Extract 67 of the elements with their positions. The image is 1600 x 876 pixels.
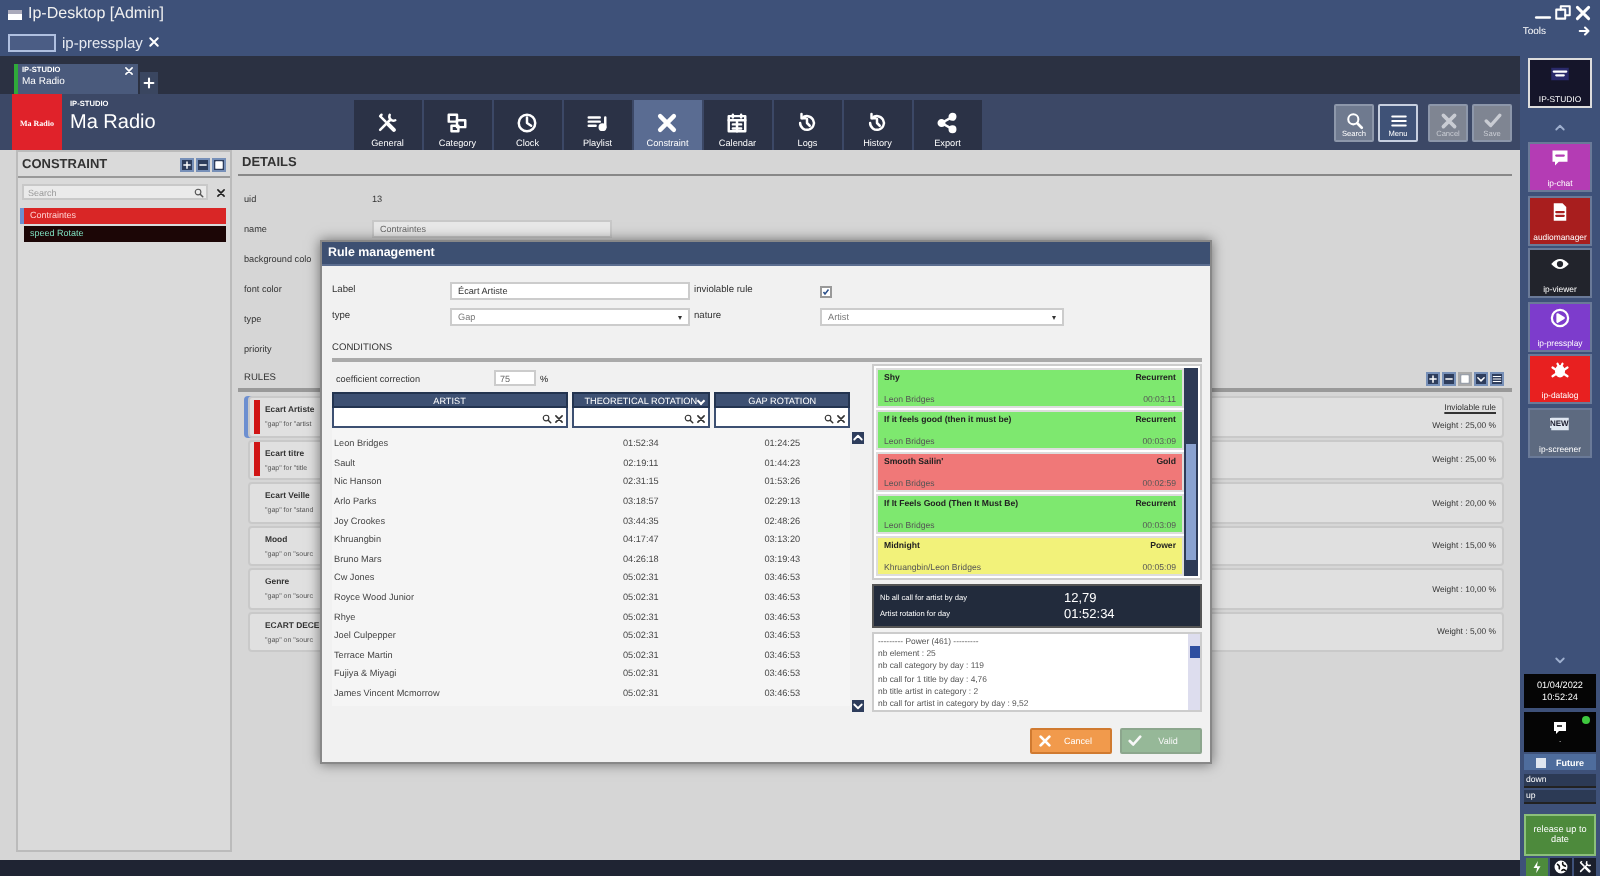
square-icon <box>1460 374 1470 384</box>
add-button[interactable] <box>180 157 194 171</box>
history-icon <box>866 112 889 134</box>
close-icon <box>1038 734 1052 748</box>
arrow-right-icon[interactable] <box>1578 24 1592 38</box>
close-icon[interactable] <box>124 66 134 76</box>
search-icon[interactable] <box>823 413 834 423</box>
scrollbar[interactable] <box>1188 634 1200 710</box>
restore-icon[interactable] <box>1554 4 1572 22</box>
filter-field[interactable] <box>332 408 568 428</box>
play-icon <box>1546 307 1574 327</box>
check-icon <box>1128 734 1142 748</box>
clock-icon <box>516 112 539 134</box>
search-icon <box>1345 111 1363 129</box>
clear-icon[interactable] <box>216 187 226 197</box>
filter-field[interactable] <box>571 408 711 428</box>
minus-icon <box>1444 374 1454 384</box>
close-icon[interactable] <box>148 36 161 48</box>
studio-logo-icon <box>1546 64 1574 84</box>
wrench-icon[interactable] <box>1577 860 1591 874</box>
minus-icon <box>198 159 208 169</box>
scrollbar[interactable] <box>852 432 864 712</box>
clear-icon[interactable] <box>835 413 846 423</box>
check-icon <box>1483 111 1501 129</box>
scrollbar[interactable] <box>1184 368 1198 576</box>
close-icon <box>1439 111 1457 129</box>
chevron-down-icon[interactable] <box>1554 653 1566 665</box>
wrench-icon <box>376 112 399 134</box>
search-icon[interactable] <box>194 187 204 197</box>
share-icon <box>936 112 959 134</box>
scroll-up-icon[interactable] <box>852 432 864 444</box>
rule-tool-button[interactable] <box>1474 372 1488 386</box>
square-icon <box>214 159 224 169</box>
close-icon <box>656 112 679 134</box>
window-title: Ip-Desktop [Admin] <box>28 4 165 22</box>
add-tab-button[interactable] <box>140 72 158 94</box>
search-icon[interactable] <box>684 413 695 423</box>
playlist-icon <box>586 112 609 134</box>
remove-button[interactable] <box>196 157 210 171</box>
search-icon[interactable] <box>541 413 552 423</box>
rule-tool-button[interactable] <box>1442 372 1456 386</box>
bug-icon <box>1546 360 1574 380</box>
globe-icon[interactable] <box>1553 860 1567 874</box>
calendar-icon <box>726 112 749 134</box>
plus-icon <box>1428 374 1438 384</box>
clear-icon[interactable] <box>696 413 707 423</box>
history-icon <box>796 112 819 134</box>
plus-icon <box>182 159 192 169</box>
eye-icon <box>1546 254 1574 274</box>
window-icon <box>8 10 22 20</box>
plus-icon <box>142 76 156 90</box>
clear-icon[interactable] <box>553 413 564 423</box>
rule-tool-button[interactable] <box>1426 372 1440 386</box>
diagram-icon <box>446 112 469 134</box>
chevron-up-icon[interactable] <box>1554 121 1566 133</box>
message-icon[interactable] <box>1552 719 1568 735</box>
chevron-down-icon <box>1476 374 1486 384</box>
filter-field[interactable] <box>714 408 850 428</box>
lightning-icon[interactable] <box>1529 860 1543 874</box>
stop-button[interactable] <box>212 157 226 171</box>
menu-icon <box>1389 111 1407 129</box>
checkbox[interactable] <box>820 285 832 297</box>
scroll-down-icon[interactable] <box>852 700 864 712</box>
station-name: Ma Radio <box>70 112 158 134</box>
close-icon[interactable] <box>1574 4 1592 22</box>
rule-tool-button[interactable] <box>1490 372 1504 386</box>
menu-icon <box>1492 374 1502 384</box>
